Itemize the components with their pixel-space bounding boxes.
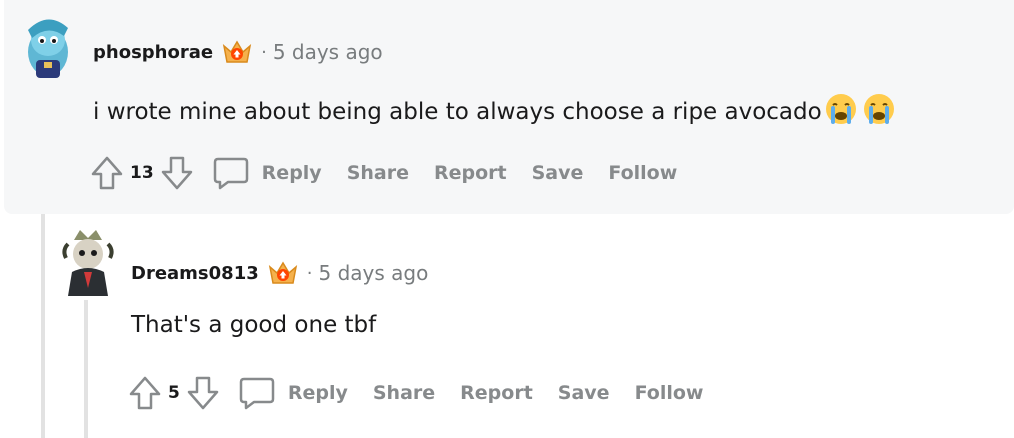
crying-face-icon <box>824 92 858 132</box>
avatar[interactable] <box>18 10 76 82</box>
save-button[interactable]: Save <box>532 162 584 184</box>
downvote-icon[interactable] <box>186 375 220 411</box>
comment-meta: Dreams0813 · 5 days ago <box>131 259 428 287</box>
downvote-icon[interactable] <box>160 155 194 191</box>
crown-badge-icon <box>267 259 299 287</box>
comment-bubble-icon <box>238 375 276 411</box>
comment-text: i wrote mine about being able to always … <box>93 99 822 125</box>
username[interactable]: Dreams0813 <box>131 263 259 284</box>
upvote-icon[interactable] <box>128 375 162 411</box>
share-button[interactable]: Share <box>347 162 409 184</box>
reply-label: Reply <box>261 162 322 184</box>
timestamp[interactable]: 5 days ago <box>318 261 428 285</box>
follow-button[interactable]: Follow <box>608 162 677 184</box>
crying-face-icon <box>862 92 896 132</box>
comment-body: i wrote mine about being able to always … <box>93 92 896 132</box>
reply-button[interactable]: Reply <box>238 375 348 411</box>
report-button[interactable]: Report <box>434 162 507 184</box>
comment-body: That's a good one tbf <box>131 312 376 338</box>
separator-dot: · <box>261 41 267 63</box>
vote-score: 5 <box>168 383 180 403</box>
report-button[interactable]: Report <box>460 382 533 404</box>
thread-line-inner[interactable] <box>84 300 88 438</box>
comment-meta: phosphorae · 5 days ago <box>93 38 383 66</box>
timestamp[interactable]: 5 days ago <box>273 40 383 64</box>
comment-text: That's a good one tbf <box>131 312 377 338</box>
crown-badge-icon <box>221 38 253 66</box>
comment-actions: 5 Reply Share Report Save Follow <box>128 375 728 411</box>
share-button[interactable]: Share <box>373 382 435 404</box>
username[interactable]: phosphorae <box>93 42 213 63</box>
comment-actions: 13 Reply Share Report Save Follow <box>90 155 702 191</box>
reply-label: Reply <box>287 382 348 404</box>
comment-bubble-icon <box>212 155 250 191</box>
vote-score: 13 <box>130 163 154 183</box>
reply-button[interactable]: Reply <box>212 155 322 191</box>
follow-button[interactable]: Follow <box>635 382 704 404</box>
upvote-icon[interactable] <box>90 155 124 191</box>
separator-dot: · <box>306 262 313 284</box>
save-button[interactable]: Save <box>558 382 610 404</box>
avatar[interactable] <box>60 226 116 300</box>
